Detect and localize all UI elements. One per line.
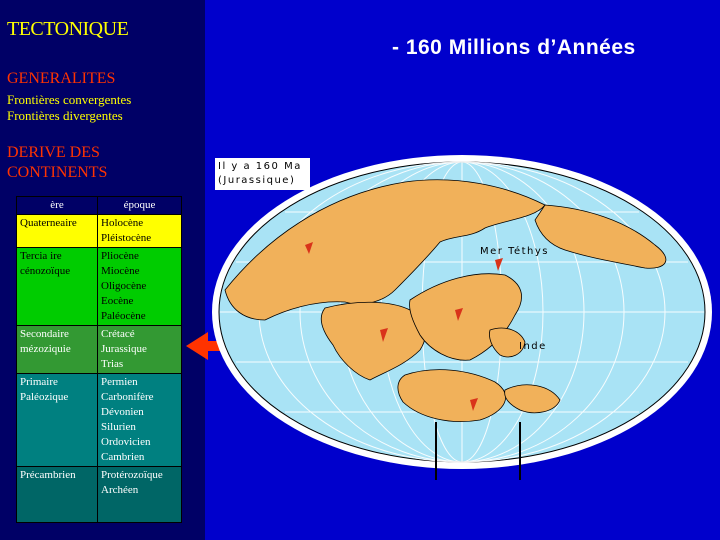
nav-frontieres-divergentes[interactable]: Frontières divergentes (7, 108, 123, 124)
label-inde: Inde (519, 341, 547, 352)
era-cell: Précambrien (16, 466, 98, 523)
epoch-cell: Permien Carbonifère Dévonien Silurien Or… (97, 373, 182, 467)
table-header-row: ère époque (16, 196, 182, 215)
table-row[interactable]: Primaire Paléozique Permien Carbonifère … (16, 373, 182, 467)
nav-derive-line2[interactable]: CONTINENTS (7, 164, 107, 182)
epoch-cell: Protérozoïque Archéen (97, 466, 182, 523)
table-row[interactable]: Quaterneaire Holocène Pléistocène (16, 214, 182, 248)
nav-derive-line1[interactable]: DERIVE DES (7, 144, 100, 162)
nav-generalites[interactable]: GENERALITES (7, 70, 115, 88)
slide-title: - 160 Millions d’Années (392, 36, 636, 59)
epoch-cell: Holocène Pléistocène (97, 214, 182, 248)
table-row[interactable]: Précambrien Protérozoïque Archéen (16, 466, 182, 523)
epoch-cell: Pliocène Miocène Oligocène Eocène Paléoc… (97, 247, 182, 326)
nav-frontieres-convergentes[interactable]: Frontières convergentes (7, 92, 131, 108)
label-mer-tethys: Mer Téthys (480, 246, 550, 257)
era-cell: Secondaire mézoziquie (16, 325, 98, 374)
era-cell: Tercia ire cénozoïque (16, 247, 98, 326)
table-row[interactable]: Tercia ire cénozoïque Pliocène Miocène O… (16, 247, 182, 326)
era-cell: Quaterneaire (16, 214, 98, 248)
epoch-cell: Crétacé Jurassique Trias (97, 325, 182, 374)
paleogeographic-map (212, 155, 712, 480)
header-era: ère (16, 196, 98, 215)
sidebar-title[interactable]: TECTONIQUE (7, 18, 129, 41)
table-row[interactable]: Secondaire mézoziquie Crétacé Jurassique… (16, 325, 182, 374)
era-cell: Primaire Paléozique (16, 373, 98, 467)
geologic-timescale-table: ère époque Quaterneaire Holocène Pléisto… (16, 196, 182, 523)
header-epoch: époque (97, 196, 182, 215)
